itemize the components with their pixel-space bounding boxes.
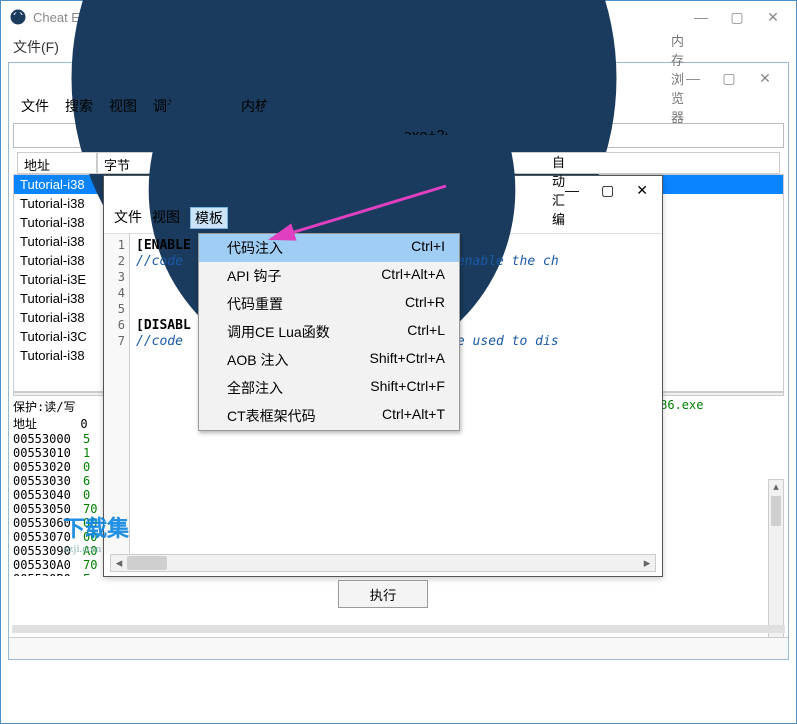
- menu-item-shortcut: Shift+Ctrl+F: [370, 378, 445, 398]
- aa-hscrollbar[interactable]: ◂ ▸: [110, 554, 656, 572]
- mv-minimize-button[interactable]: —: [684, 70, 702, 87]
- bottom-splitter[interactable]: [12, 625, 785, 633]
- line-number: 6: [104, 318, 125, 334]
- scroll-thumb[interactable]: [771, 496, 781, 526]
- menu-item-shortcut: Ctrl+R: [405, 294, 445, 314]
- line-number: 1: [104, 238, 125, 254]
- auto-assemble-titlebar[interactable]: 自动汇编 — ▢ ✕: [104, 176, 662, 204]
- mv-close-button[interactable]: ✕: [756, 70, 774, 87]
- hex-address: 00553010: [13, 446, 83, 460]
- scroll-up-icon[interactable]: ▴: [769, 480, 783, 494]
- maximize-button[interactable]: ▢: [728, 9, 746, 26]
- hex-address: 00553040: [13, 488, 83, 502]
- line-number: 2: [104, 254, 125, 270]
- menu-item-label: AOB 注入: [227, 350, 288, 370]
- col-address[interactable]: 地址: [17, 152, 97, 174]
- template-menu-item[interactable]: AOB 注入 Shift+Ctrl+A: [199, 346, 459, 374]
- aa-menu-template[interactable]: 模板: [190, 207, 228, 229]
- scroll-left-icon[interactable]: ◂: [111, 555, 127, 571]
- hex-address: 00553070: [13, 530, 83, 544]
- menu-item-shortcut: Ctrl+Alt+T: [382, 406, 445, 426]
- hex-address: 005530A0: [13, 558, 83, 572]
- hex-address: 00553050: [13, 502, 83, 516]
- template-menu-item[interactable]: 代码重置 Ctrl+R: [199, 290, 459, 318]
- hex-address: 00553020: [13, 460, 83, 474]
- menu-item-label: 调用CE Lua函数: [227, 322, 330, 342]
- hex-address: 00553090: [13, 544, 83, 558]
- menu-item-label: CT表框架代码: [227, 406, 316, 426]
- hex-address: 005530B0: [13, 572, 83, 576]
- hex-address: 00553000: [13, 432, 83, 446]
- close-button[interactable]: ✕: [764, 9, 782, 26]
- line-number: 3: [104, 270, 125, 286]
- menu-item-shortcut: Ctrl+I: [411, 238, 445, 258]
- hex-address: 00553030: [13, 474, 83, 488]
- status-bar: [9, 637, 788, 659]
- mv-menu-file[interactable]: 文件: [21, 96, 49, 116]
- hex-address: 00553060: [13, 516, 83, 530]
- aa-minimize-button[interactable]: —: [565, 182, 579, 199]
- template-menu-item[interactable]: CT表框架代码 Ctrl+Alt+T: [199, 402, 459, 430]
- line-number: 7: [104, 334, 125, 350]
- template-dropdown: 代码注入 Ctrl+I API 钩子 Ctrl+Alt+A 代码重置 Ctrl+R 调用CE…: [198, 233, 460, 431]
- hex-protect-label: 保护:读/写: [13, 398, 75, 415]
- template-menu-item[interactable]: 代码注入 Ctrl+I: [199, 234, 459, 262]
- menu-item-label: 代码重置: [227, 294, 283, 314]
- line-number: 5: [104, 302, 125, 318]
- aa-maximize-button[interactable]: ▢: [601, 182, 614, 199]
- menu-item-label: 代码注入: [227, 238, 283, 258]
- line-gutter: 1234567: [104, 234, 130, 554]
- mv-maximize-button[interactable]: ▢: [720, 70, 738, 87]
- mv-menu-search[interactable]: 搜索: [65, 96, 93, 116]
- menu-item-shortcut: Shift+Ctrl+A: [370, 350, 445, 370]
- aa-menu-view[interactable]: 视图: [152, 207, 180, 229]
- menu-item-shortcut: Ctrl+Alt+A: [381, 266, 445, 286]
- line-number: 4: [104, 286, 125, 302]
- scroll-right-icon[interactable]: ▸: [639, 555, 655, 571]
- menu-item-shortcut: Ctrl+L: [407, 322, 445, 342]
- minimize-button[interactable]: —: [692, 9, 710, 26]
- aa-menu-file[interactable]: 文件: [114, 207, 142, 229]
- auto-assemble-title: 自动汇编: [552, 152, 565, 228]
- execute-button[interactable]: 执行: [338, 580, 428, 608]
- menu-item-label: API 钩子: [227, 266, 281, 286]
- template-menu-item[interactable]: API 钩子 Ctrl+Alt+A: [199, 262, 459, 290]
- menu-item-label: 全部注入: [227, 378, 283, 398]
- template-menu-item[interactable]: 全部注入 Shift+Ctrl+F: [199, 374, 459, 402]
- aa-close-button[interactable]: ✕: [636, 182, 648, 199]
- memory-viewer-title: 内存浏览器: [671, 31, 684, 126]
- scroll-thumb[interactable]: [127, 556, 167, 570]
- hex-col-header: 地址 0: [13, 415, 88, 432]
- template-menu-item[interactable]: 调用CE Lua函数 Ctrl+L: [199, 318, 459, 346]
